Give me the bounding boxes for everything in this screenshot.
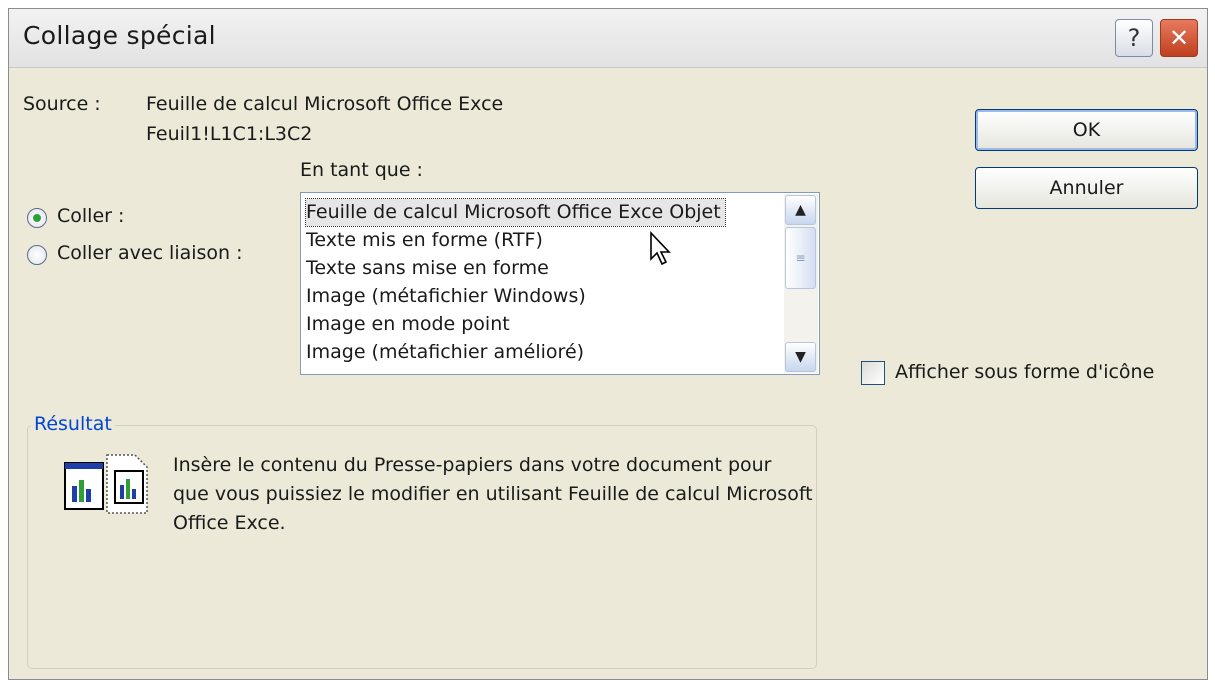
list-item[interactable]: Image en mode point <box>306 311 514 338</box>
list-item[interactable]: Image (métafichier amélioré) <box>306 339 588 366</box>
result-title: Résultat <box>31 413 115 435</box>
mouse-pointer-icon <box>649 230 673 271</box>
dialog-title: Collage spécial <box>23 21 216 50</box>
grip-icon: ≡ <box>795 251 806 265</box>
list-item[interactable]: Texte sans mise en forme <box>306 255 553 282</box>
source-range: Feuil1!L1C1:L3C2 <box>146 123 313 145</box>
paste-link-radio-button[interactable] <box>27 245 47 265</box>
result-description: Insère le contenu du Presse-papiers dans… <box>173 454 813 534</box>
embedded-object-icon <box>63 451 153 515</box>
paste-special-dialog: Collage spécial ? ✕ Source : Feuille de … <box>8 8 1208 680</box>
paste-radio-button[interactable] <box>27 208 47 228</box>
help-icon: ? <box>1127 24 1141 52</box>
title-bar[interactable]: Collage spécial ? ✕ <box>9 9 1207 68</box>
ok-button[interactable]: OK <box>975 109 1198 151</box>
display-as-icon-label[interactable]: Afficher sous forme d'icône <box>895 361 1154 383</box>
chevron-up-icon: ▲ <box>795 202 806 218</box>
close-icon: ✕ <box>1168 24 1190 52</box>
list-item[interactable]: Image (métafichier Windows) <box>306 283 590 310</box>
source-label: Source : <box>23 93 101 115</box>
source-value: Feuille de calcul Microsoft Office Exce <box>146 93 504 115</box>
paste-radio-label[interactable]: Coller : <box>57 205 124 227</box>
radio-selected-dot <box>33 214 41 222</box>
paste-link-radio-label[interactable]: Coller avec liaison : <box>57 242 243 264</box>
scroll-up-button[interactable]: ▲ <box>785 195 816 225</box>
chevron-down-icon: ▼ <box>795 349 806 365</box>
list-scrollbar[interactable]: ▲ ≡ ▼ <box>784 194 818 373</box>
list-item[interactable]: Feuille de calcul Microsoft Office Exce … <box>305 198 726 227</box>
display-as-icon-checkbox[interactable] <box>861 361 885 385</box>
as-label: En tant que : <box>300 159 423 181</box>
list-item[interactable]: Texte mis en forme (RTF) <box>306 227 547 254</box>
help-button[interactable]: ? <box>1115 19 1153 57</box>
paste-as-listbox[interactable]: Feuille de calcul Microsoft Office Exce … <box>300 192 820 375</box>
scroll-thumb[interactable]: ≡ <box>785 227 816 289</box>
scroll-down-button[interactable]: ▼ <box>785 342 816 372</box>
close-button[interactable]: ✕ <box>1160 19 1198 57</box>
cancel-button[interactable]: Annuler <box>975 167 1198 209</box>
